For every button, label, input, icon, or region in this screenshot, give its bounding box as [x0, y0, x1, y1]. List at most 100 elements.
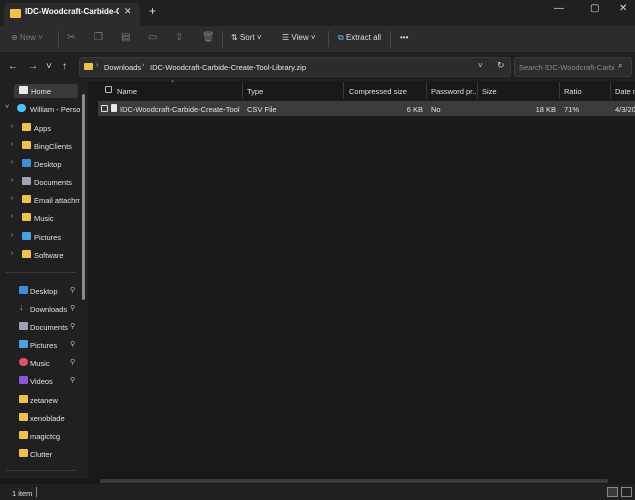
- recent-locations-icon[interactable]: ˅: [46, 61, 52, 72]
- sidebar-item-music[interactable]: › Music: [0, 210, 80, 226]
- tab-close-icon[interactable]: ✕: [124, 6, 132, 17]
- cell-password: No: [431, 105, 441, 114]
- sidebar-item-bingclients[interactable]: › BingClients: [0, 138, 80, 154]
- copy-icon[interactable]: ❐: [94, 32, 103, 43]
- column-header-size[interactable]: Size: [482, 87, 497, 96]
- column-divider[interactable]: [242, 82, 243, 99]
- column-header-ratio[interactable]: Ratio: [564, 87, 582, 96]
- column-header-compressed-size[interactable]: Compressed size: [349, 87, 407, 96]
- column-divider[interactable]: [426, 82, 427, 99]
- quick-access-documents[interactable]: Documents ⚲: [0, 319, 80, 335]
- back-button[interactable]: ←: [8, 61, 18, 72]
- address-dropdown-icon[interactable]: ˅: [478, 61, 483, 70]
- chevron-down-icon: ˅: [5, 104, 10, 111]
- view-button[interactable]: ☰ View ˅: [282, 33, 316, 42]
- horizontal-scrollbar[interactable]: [100, 479, 608, 483]
- folder-icon: [19, 395, 28, 403]
- folder-icon: [10, 9, 21, 18]
- sidebar-item-label: BingClients: [34, 142, 72, 151]
- refresh-icon[interactable]: ↻: [497, 60, 505, 71]
- sidebar-item-apps[interactable]: › Apps: [0, 120, 80, 136]
- quick-access-music[interactable]: Music ⚲: [0, 355, 80, 371]
- details-view-icon[interactable]: [607, 487, 618, 497]
- extract-label: Extract all: [345, 33, 382, 42]
- quick-access-pictures[interactable]: Pictures ⚲: [0, 337, 80, 353]
- download-icon: ↓: [19, 302, 24, 312]
- videos-icon: [19, 376, 28, 384]
- tiles-view-icon[interactable]: [621, 487, 632, 497]
- cell-compressed-size: 6 KB: [406, 105, 423, 114]
- sidebar-item-software[interactable]: › Software: [0, 247, 80, 263]
- column-divider[interactable]: [559, 82, 560, 99]
- cut-icon[interactable]: ✂: [67, 32, 75, 43]
- column-header-type[interactable]: Type: [247, 87, 263, 96]
- quick-access-magictcg[interactable]: magictcg: [0, 428, 80, 444]
- sort-button[interactable]: ⇅ Sort ˅: [231, 33, 262, 42]
- chevron-right-icon: ›: [11, 123, 14, 130]
- row-checkbox[interactable]: [101, 105, 108, 112]
- column-divider[interactable]: [343, 82, 344, 99]
- sidebar-item-onedrive[interactable]: ˅ William - Person: [0, 101, 80, 117]
- new-label: New: [19, 33, 36, 42]
- sort-ascending-icon: ⌃: [170, 81, 176, 87]
- column-header-date-modified[interactable]: Date m: [615, 87, 635, 96]
- pin-icon[interactable]: ⚲: [70, 340, 75, 348]
- close-button[interactable]: ✕: [619, 3, 627, 14]
- pin-icon[interactable]: ⚲: [70, 286, 75, 294]
- folder-icon: [19, 431, 28, 439]
- documents-icon: [19, 322, 28, 330]
- minimize-button[interactable]: —: [554, 3, 564, 14]
- delete-icon[interactable]: 🗑: [202, 32, 215, 43]
- new-tab-button[interactable]: +: [149, 4, 156, 18]
- sidebar-item-label: Pictures: [34, 233, 62, 242]
- sidebar-scrollbar[interactable]: [82, 94, 85, 300]
- chevron-right-icon: ›: [11, 213, 14, 220]
- folder-icon: [19, 413, 28, 421]
- status-divider: [36, 487, 37, 497]
- sidebar-item-label: Desktop: [30, 287, 58, 296]
- pin-icon[interactable]: ⚲: [70, 322, 75, 330]
- sidebar-item-pictures[interactable]: › Pictures: [0, 229, 80, 245]
- sidebar-item-label: zetanew: [30, 396, 58, 405]
- cloud-icon: [17, 104, 26, 112]
- select-all-checkbox[interactable]: [105, 86, 112, 93]
- sidebar-item-desktop[interactable]: › Desktop: [0, 156, 80, 172]
- maximize-button[interactable]: ▢: [590, 3, 599, 14]
- paste-icon[interactable]: ▤: [121, 32, 130, 43]
- chevron-right-icon: ›: [11, 159, 14, 166]
- breadcrumb-chevron-icon: ›: [96, 62, 99, 69]
- column-header-name[interactable]: Name: [117, 87, 137, 96]
- column-divider[interactable]: [610, 82, 611, 99]
- chevron-right-icon: ›: [11, 141, 14, 148]
- status-bar: [0, 484, 635, 500]
- pin-icon[interactable]: ⚲: [70, 358, 75, 366]
- sidebar-item-label: Documents: [30, 323, 68, 332]
- quick-access-downloads[interactable]: ↓ Downloads ⚲: [0, 301, 80, 317]
- breadcrumb-downloads[interactable]: Downloads: [104, 63, 141, 72]
- column-divider[interactable]: [477, 82, 478, 99]
- sidebar-item-home[interactable]: Home: [0, 83, 80, 99]
- quick-access-videos[interactable]: Videos ⚲: [0, 373, 80, 389]
- sidebar-item-documents[interactable]: › Documents: [0, 174, 80, 190]
- forward-button[interactable]: →: [28, 61, 38, 72]
- quick-access-zetanew[interactable]: zetanew: [0, 392, 80, 408]
- quick-access-desktop[interactable]: Desktop ⚲: [0, 283, 80, 299]
- desktop-icon: [22, 159, 31, 167]
- new-button[interactable]: ⊕ New ˅: [11, 33, 43, 42]
- view-label: View: [291, 33, 309, 42]
- quick-access-xenoblade[interactable]: xenoblade: [0, 410, 80, 426]
- share-icon[interactable]: ⇪: [175, 32, 183, 43]
- breadcrumb-zip[interactable]: IDC-Woodcraft-Carbide-Create-Tool-Librar…: [150, 63, 306, 72]
- pin-icon[interactable]: ⚲: [70, 304, 75, 312]
- column-header-password[interactable]: Password pr...: [431, 87, 479, 96]
- extract-all-button[interactable]: ⧉ Extract all: [338, 33, 381, 43]
- sidebar-item-email-attachments[interactable]: › Email attachme: [0, 192, 80, 208]
- up-button[interactable]: ↑: [62, 61, 67, 72]
- sidebar-item-label: magictcg: [30, 432, 61, 441]
- sidebar-item-label: Documents: [34, 178, 72, 187]
- rename-icon[interactable]: ▭: [148, 32, 157, 43]
- quick-access-clutter[interactable]: Clutter: [0, 446, 80, 462]
- pin-icon[interactable]: ⚲: [70, 376, 75, 384]
- folder-icon: [22, 195, 31, 203]
- more-options-button[interactable]: •••: [400, 33, 408, 42]
